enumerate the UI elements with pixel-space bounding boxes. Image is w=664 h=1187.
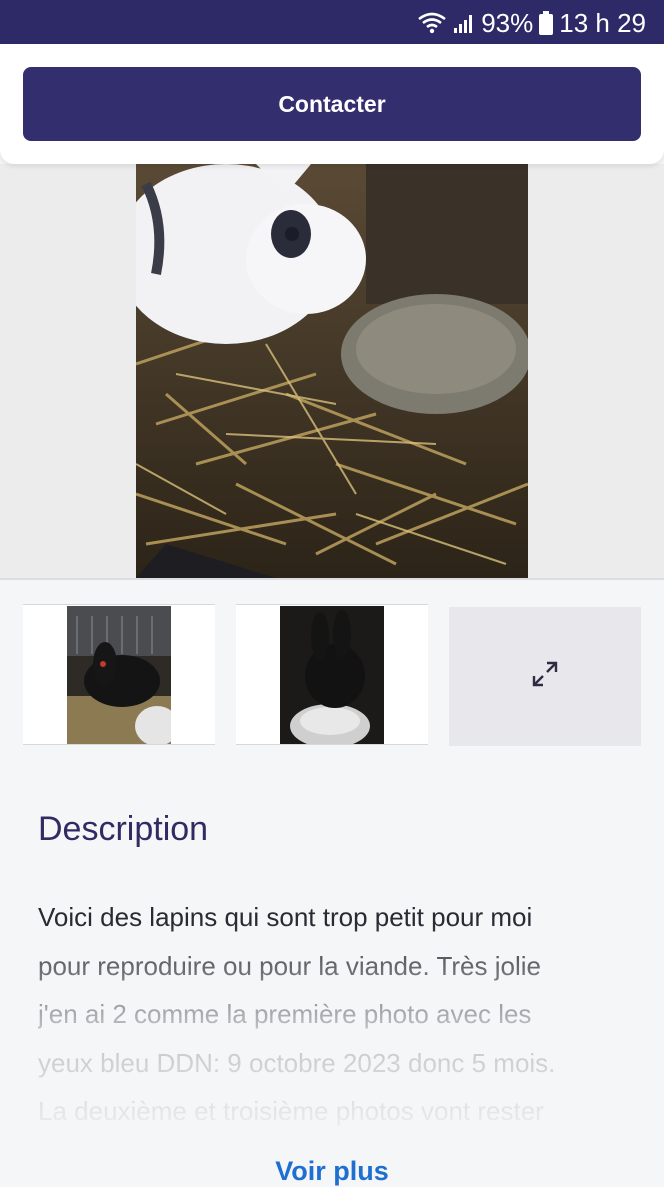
main-photo-area	[0, 164, 664, 578]
description-fade	[38, 923, 638, 1163]
clock: 13 h 29	[559, 7, 646, 38]
thumbnail-1-image	[67, 606, 171, 744]
status-bar: 93% 13 h 29	[0, 0, 664, 44]
contact-button[interactable]: Contacter	[23, 67, 641, 141]
signal-icon	[453, 12, 475, 34]
expand-gallery-button[interactable]	[449, 607, 641, 746]
see-more-link[interactable]: Voir plus	[0, 1156, 664, 1187]
contact-card: Contacter	[0, 44, 664, 164]
wifi-icon	[417, 11, 447, 35]
description-body: Voici des lapins qui sont trop petit pou…	[38, 893, 638, 1163]
battery-percent: 93%	[481, 7, 534, 38]
description-title: Description	[38, 810, 209, 848]
photo-divider	[0, 578, 664, 580]
thumbnail-1[interactable]	[23, 604, 215, 745]
expand-icon	[530, 659, 560, 694]
main-photo[interactable]	[136, 164, 528, 578]
thumbnail-2-image	[280, 606, 384, 744]
battery-icon	[539, 11, 554, 35]
status-indicators: 93% 13 h 29	[417, 6, 646, 40]
thumbnail-2[interactable]	[236, 604, 428, 745]
